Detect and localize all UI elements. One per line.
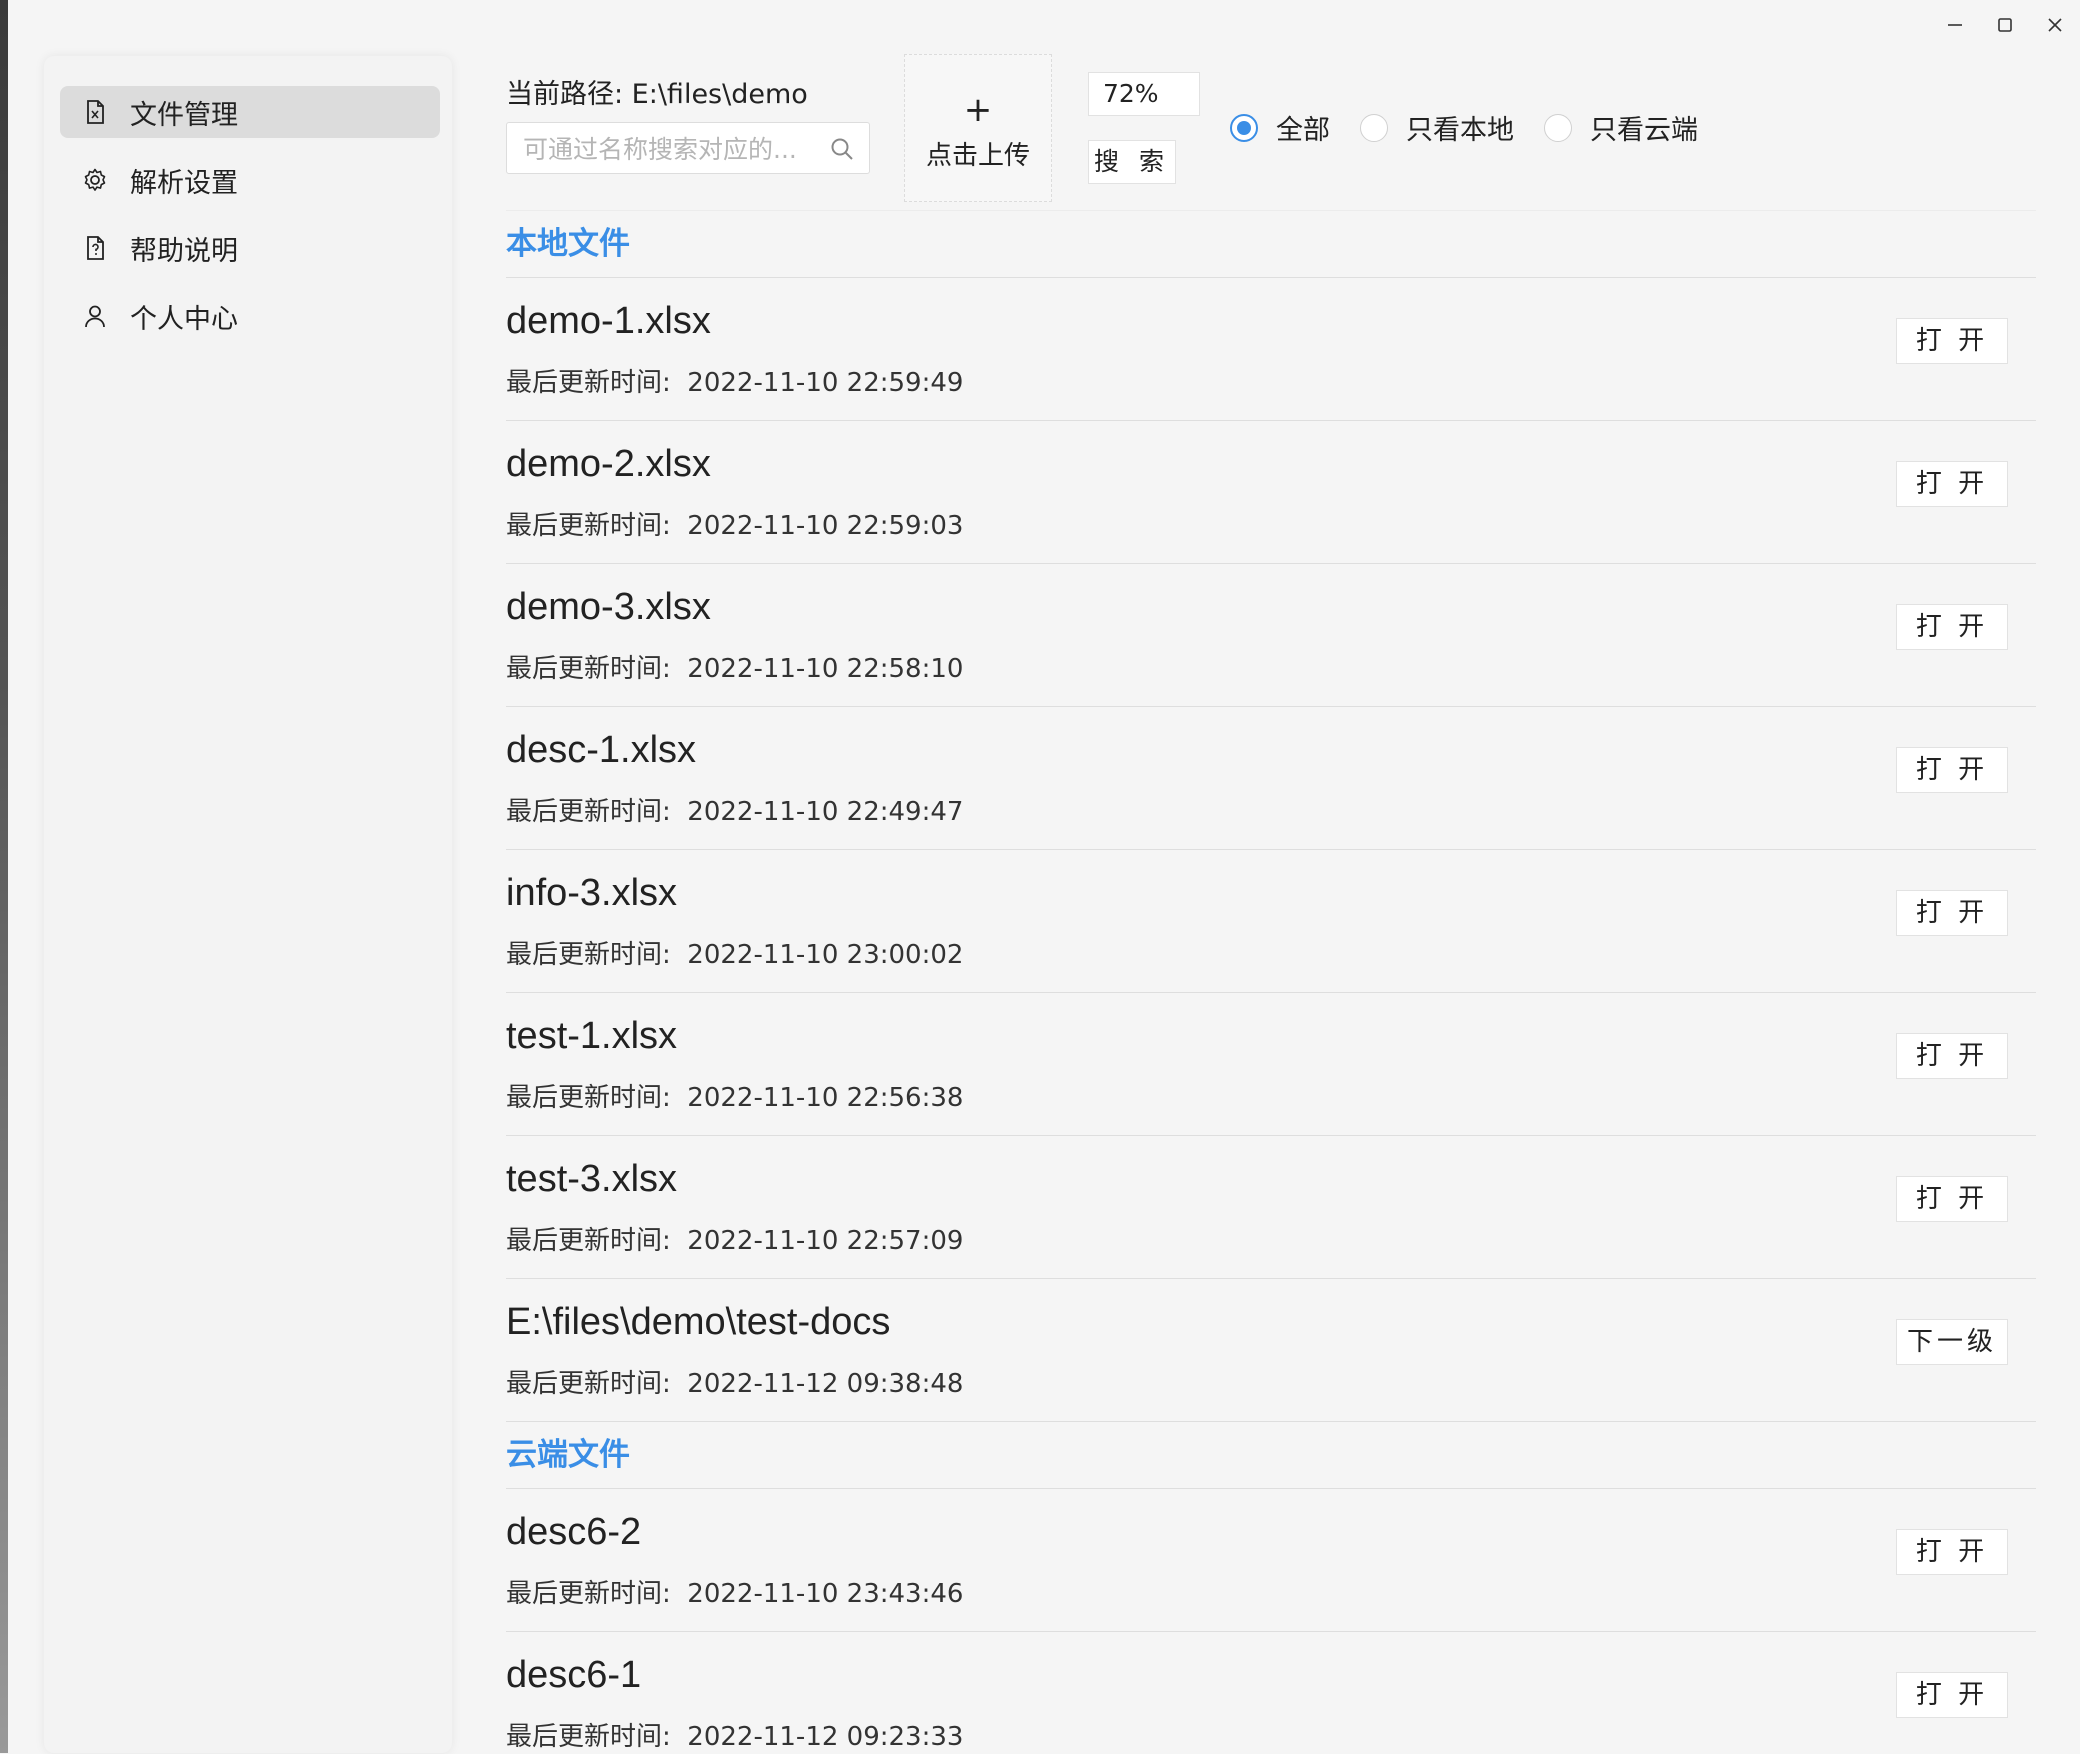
file-updated-time: 最后更新时间: 2022-11-10 22:57:09 [506,1220,963,1257]
open-button[interactable]: 打 开 [1896,890,2008,936]
file-name: info-3.xlsx [506,872,678,914]
close-icon [2048,18,2062,32]
file-updated-time: 最后更新时间: 2022-11-10 22:59:49 [506,362,963,399]
sidebar-item-label: 个人中心 [130,303,238,335]
open-button[interactable]: 打 开 [1896,461,2008,507]
file-updated-time: 最后更新时间: 2022-11-10 23:00:02 [506,934,963,971]
upload-label: 点击上传 [925,141,1030,171]
filter-cloud-radio[interactable]: 只看云端 [1544,108,1698,147]
file-updated-time: 最后更新时间: 2022-11-12 09:38:48 [506,1363,963,1400]
open-button[interactable]: 打 开 [1896,604,2008,650]
gear-icon [80,165,110,195]
file-row: desc6-1 最后更新时间: 2022-11-12 09:23:33 打 开 [506,1632,2036,1754]
section-title-local: 本地文件 [506,211,2036,278]
file-updated-time: 最后更新时间: 2022-11-10 23:43:46 [506,1573,963,1610]
file-name: desc-1.xlsx [506,729,697,771]
close-button[interactable] [2030,0,2080,50]
time-value: 2022-11-10 22:58:10 [687,654,964,684]
file-updated-time: 最后更新时间: 2022-11-10 22:56:38 [506,1077,963,1114]
radio-label: 全部 [1276,115,1330,146]
folder-path: E:\files\demo\test-docs [506,1301,891,1343]
search-icon[interactable] [829,136,855,162]
time-value: 2022-11-10 22:49:47 [687,797,964,827]
time-value: 2022-11-10 22:59:03 [687,511,964,541]
next-level-button[interactable]: 下一级 [1896,1319,2008,1365]
open-button[interactable]: 打 开 [1896,747,2008,793]
filter-radio-group: 全部 只看本地 只看云端 [1230,108,1728,147]
time-label: 最后更新时间: [506,797,671,827]
time-value: 2022-11-12 09:38:48 [687,1369,964,1399]
time-value: 2022-11-10 23:00:02 [687,940,964,970]
open-button[interactable]: 打 开 [1896,1529,2008,1575]
sidebar-item-help[interactable]: 帮助说明 [60,222,440,274]
time-value: 2022-11-10 22:57:09 [687,1226,964,1256]
radio-unchecked-icon [1544,113,1572,142]
current-path-label: 当前路径: E:\files\demo [506,79,808,110]
search-button[interactable]: 搜 索 [1088,140,1176,184]
sidebar-item-label: 解析设置 [130,167,238,199]
user-icon [80,301,110,331]
file-name: desc6-1 [506,1654,642,1696]
file-row: demo-1.xlsx 最后更新时间: 2022-11-10 22:59:49 … [506,278,2036,421]
time-label: 最后更新时间: [506,1579,671,1609]
section-title-cloud: 云端文件 [506,1422,2036,1489]
sidebar-item-parse-settings[interactable]: 解析设置 [60,154,440,206]
time-value: 2022-11-10 22:59:49 [687,368,964,398]
file-updated-time: 最后更新时间: 2022-11-10 22:49:47 [506,791,963,828]
file-row: desc6-2 最后更新时间: 2022-11-10 23:43:46 打 开 [506,1489,2036,1632]
time-label: 最后更新时间: [506,511,671,541]
open-button[interactable]: 打 开 [1896,1672,2008,1718]
time-label: 最后更新时间: [506,654,671,684]
file-list[interactable]: 本地文件 demo-1.xlsx 最后更新时间: 2022-11-10 22:5… [506,210,2036,1754]
help-file-icon [80,233,110,263]
file-row: test-3.xlsx 最后更新时间: 2022-11-10 22:57:09 … [506,1136,2036,1279]
file-updated-time: 最后更新时间: 2022-11-12 09:23:33 [506,1716,963,1753]
sidebar-item-personal-center[interactable]: 个人中心 [60,290,440,342]
file-updated-time: 最后更新时间: 2022-11-10 22:58:10 [506,648,963,685]
open-button[interactable]: 打 开 [1896,1176,2008,1222]
search-input[interactable] [521,123,825,175]
upload-button[interactable]: + 点击上传 [904,54,1052,202]
zoom-input[interactable]: 72% [1088,72,1200,116]
file-row: demo-2.xlsx 最后更新时间: 2022-11-10 22:59:03 … [506,421,2036,564]
time-label: 最后更新时间: [506,1722,671,1752]
file-name: demo-3.xlsx [506,586,711,628]
time-label: 最后更新时间: [506,1226,671,1256]
file-row: test-1.xlsx 最后更新时间: 2022-11-10 22:56:38 … [506,993,2036,1136]
excel-file-icon [80,97,110,127]
open-button[interactable]: 打 开 [1896,1033,2008,1079]
time-value: 2022-11-10 23:43:46 [687,1579,964,1609]
file-row: demo-3.xlsx 最后更新时间: 2022-11-10 22:58:10 … [506,564,2036,707]
radio-label: 只看云端 [1590,115,1698,146]
file-name: test-3.xlsx [506,1158,678,1200]
sidebar-item-label: 帮助说明 [130,235,238,267]
file-updated-time: 最后更新时间: 2022-11-10 22:59:03 [506,505,963,542]
radio-label: 只看本地 [1406,115,1514,146]
open-button[interactable]: 打 开 [1896,318,2008,364]
time-label: 最后更新时间: [506,368,671,398]
file-row: desc-1.xlsx 最后更新时间: 2022-11-10 22:49:47 … [506,707,2036,850]
time-label: 最后更新时间: [506,1083,671,1113]
radio-unchecked-icon [1360,113,1388,142]
file-name: demo-2.xlsx [506,443,711,485]
file-name: desc6-2 [506,1511,642,1553]
plus-icon: + [963,90,993,130]
sidebar-item-label: 文件管理 [130,99,238,131]
sidebar-item-file-management[interactable]: 文件管理 [60,86,440,138]
filter-all-radio[interactable]: 全部 [1230,108,1330,147]
file-name: test-1.xlsx [506,1015,678,1057]
sidebar: 文件管理 解析设置 帮助说明 个人中心 [44,56,452,1753]
time-label: 最后更新时间: [506,940,671,970]
file-row: info-3.xlsx 最后更新时间: 2022-11-10 23:00:02 … [506,850,2036,993]
folder-row: E:\files\demo\test-docs 最后更新时间: 2022-11-… [506,1279,2036,1422]
time-label: 最后更新时间: [506,1369,671,1399]
time-value: 2022-11-10 22:56:38 [687,1083,964,1113]
main-panel: 当前路径: E:\files\demo + 点击上传 72% 搜 索 全部 只看… [506,0,2036,1753]
file-name: demo-1.xlsx [506,300,711,342]
filter-local-radio[interactable]: 只看本地 [1360,108,1514,147]
time-value: 2022-11-12 09:23:33 [687,1722,964,1752]
search-box [506,122,870,175]
background-window-edge [0,0,8,1753]
radio-checked-icon [1230,113,1258,142]
